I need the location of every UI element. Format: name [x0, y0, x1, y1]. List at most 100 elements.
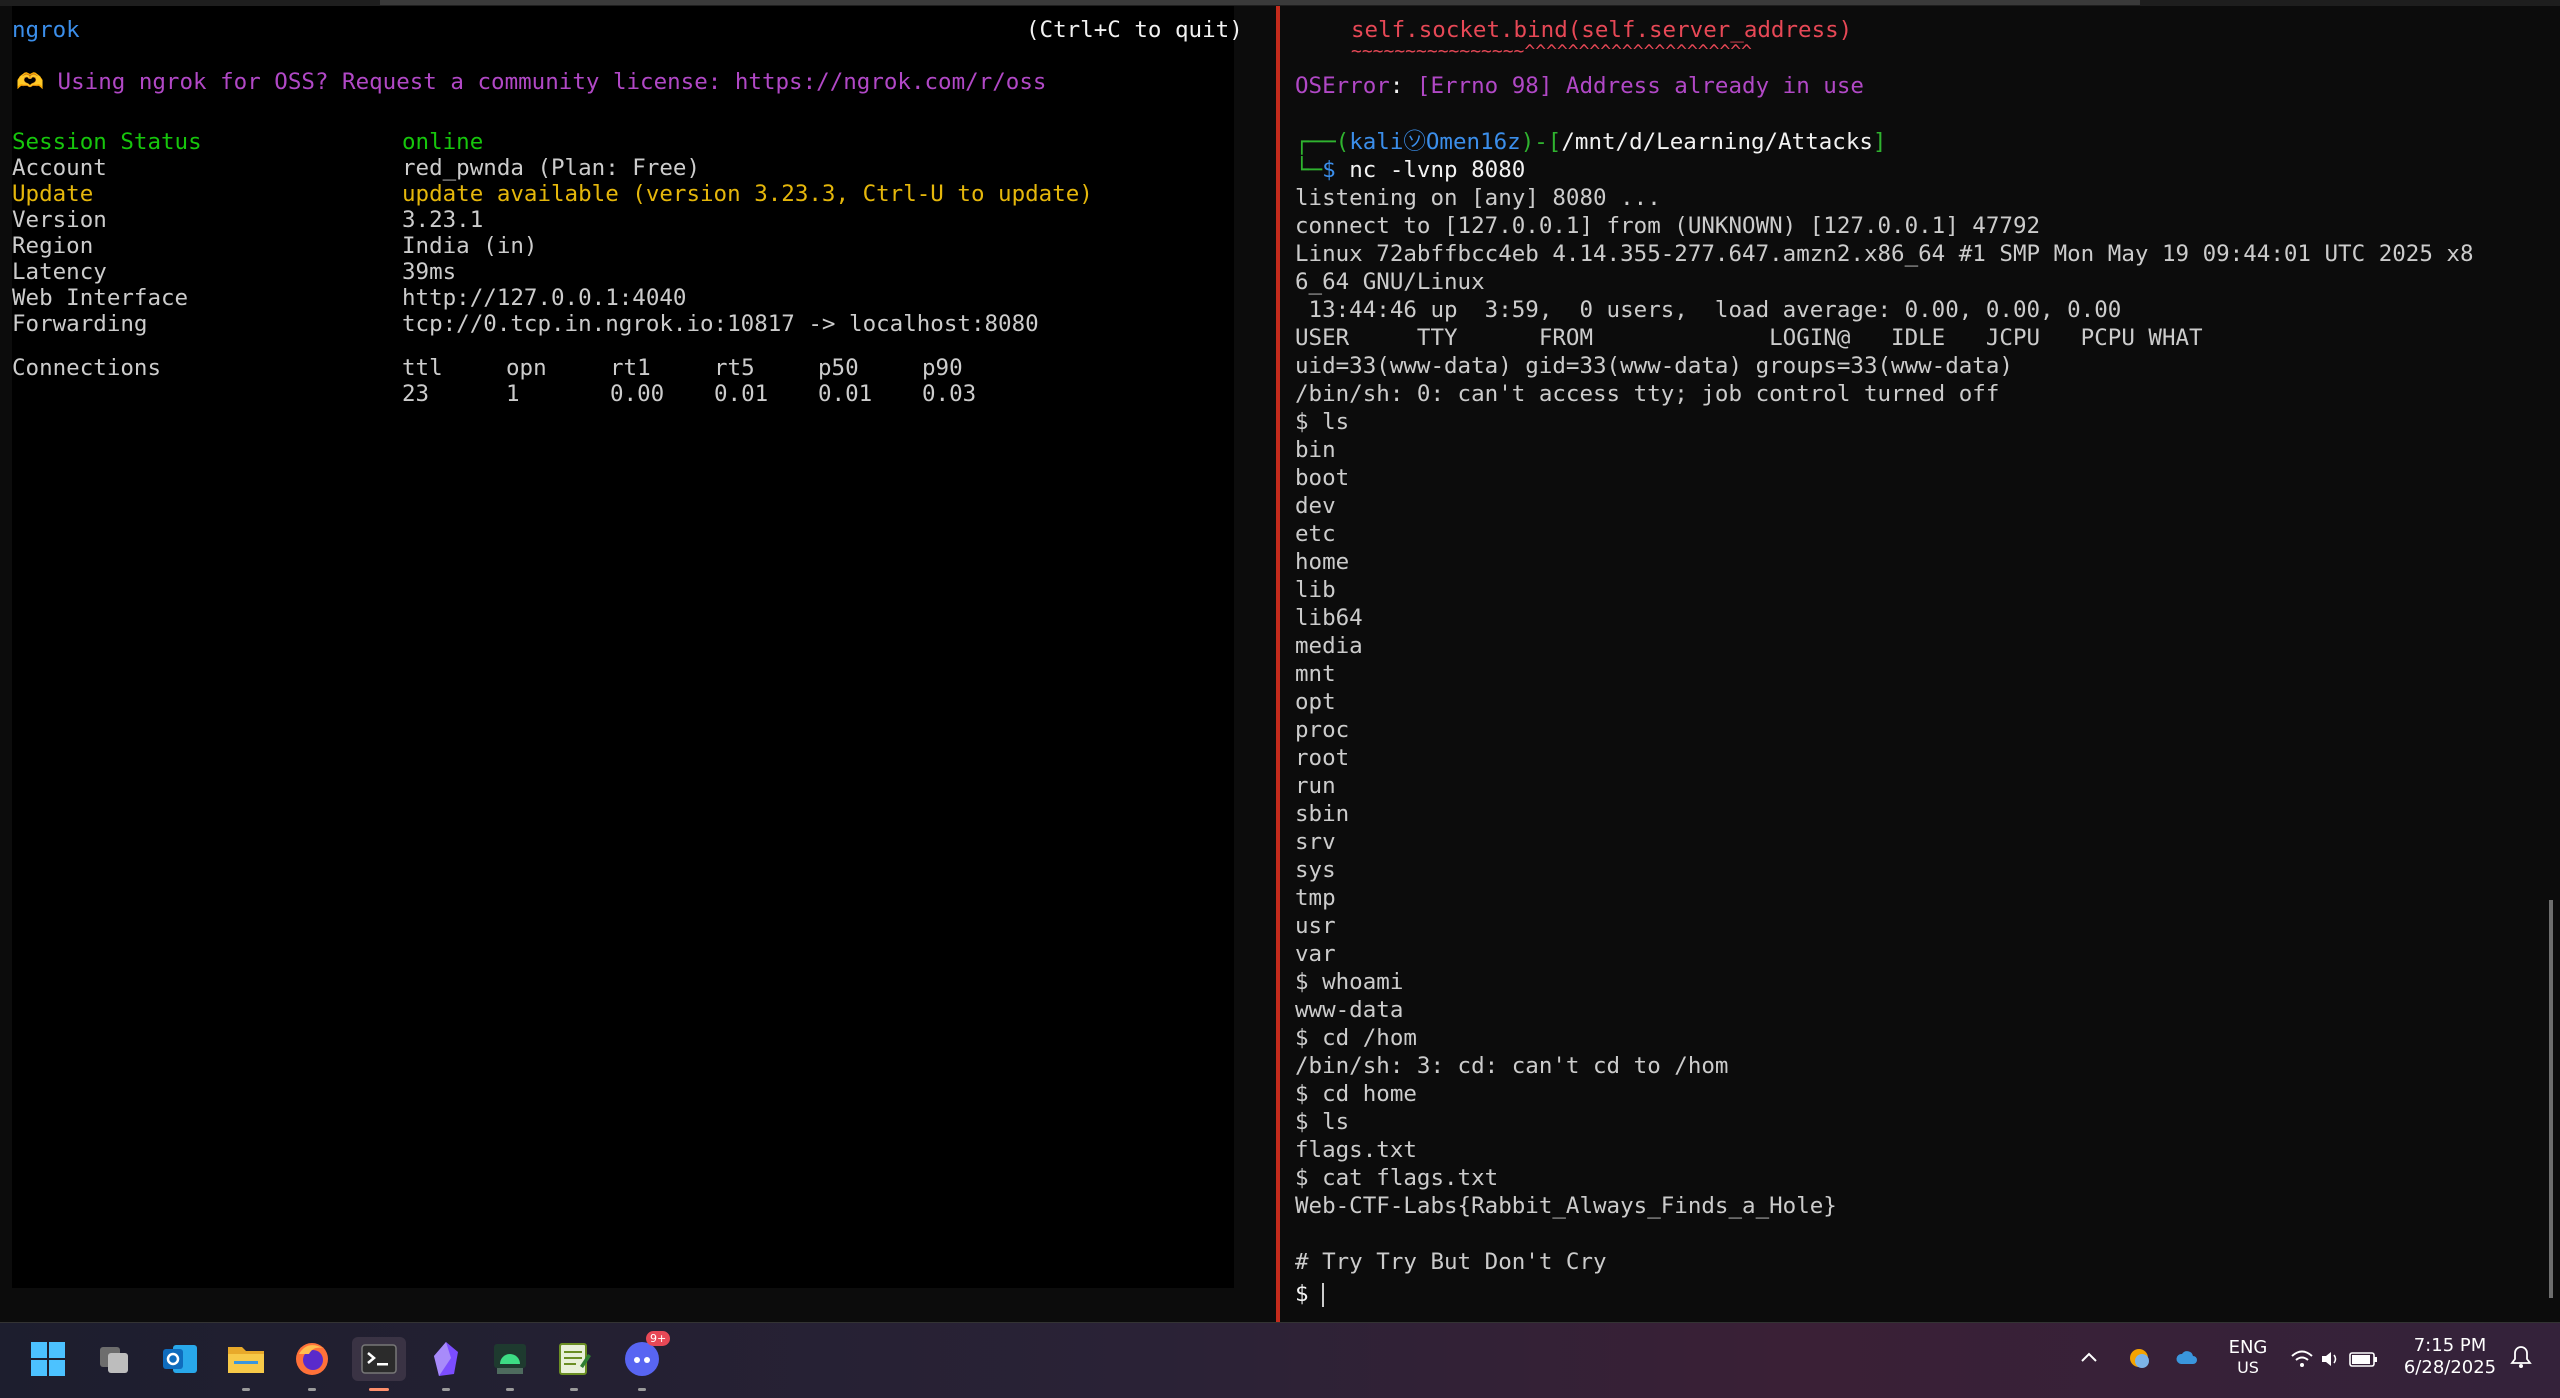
status-key: Update: [12, 181, 94, 207]
notepad-icon: [559, 1343, 591, 1375]
shell-output-line: flags.txt: [1295, 1137, 1417, 1163]
file-explorer-button[interactable]: [224, 1337, 268, 1391]
terminal-button[interactable]: [352, 1337, 406, 1391]
firefox-button[interactable]: [290, 1337, 334, 1391]
tray-app-1[interactable]: [2128, 1347, 2150, 1373]
obsidian-icon: [434, 1342, 458, 1376]
shell-output-line: USER TTY FROM LOGIN@ IDLE JCPU PCPU WHAT: [1295, 325, 2203, 351]
firefox-icon: [296, 1343, 328, 1375]
shell-output-line: srv: [1295, 829, 1336, 855]
tab-strip-segment: [380, 0, 2140, 5]
connections-value-cell: 0.01: [818, 381, 873, 407]
network-volume-battery-icons: [2291, 1350, 2377, 1367]
bell-icon: [2510, 1346, 2532, 1368]
status-value: India (in): [402, 233, 538, 259]
language-indicator[interactable]: ENG US: [2222, 1337, 2274, 1377]
shell-output-line: /bin/sh: 0: can't access tty; job contro…: [1295, 381, 2000, 407]
connections-value-cell: 0.01: [714, 381, 769, 407]
prompt-user: kali: [1349, 129, 1404, 155]
chevron-up-icon: [2081, 1352, 2097, 1362]
android-studio-icon: [494, 1344, 526, 1374]
shell-output-line: $ cat flags.txt: [1295, 1165, 1499, 1191]
shell-output-line: uid=33(www-data) gid=33(www-data) groups…: [1295, 353, 2013, 379]
tray-app-2[interactable]: [2176, 1348, 2198, 1372]
shell-command: nc -lvnp 8080: [1349, 157, 1526, 183]
shell-output-line: 13:44:46 up 3:59, 0 users, load average:…: [1295, 297, 2122, 323]
shell-output-line: 6_64 GNU/Linux: [1295, 269, 1485, 295]
connections-header-cell: p50: [818, 355, 859, 381]
shell-output-line: Linux 72abffbcc4eb 4.14.355-277.647.amzn…: [1295, 241, 2474, 267]
task-view-button[interactable]: [92, 1337, 136, 1381]
ngrok-terminal-content: ngrok (Ctrl+C to quit) 🫶 Using ngrok for…: [12, 6, 1243, 1288]
shell-output-line: connect to [127.0.0.1] from (UNKNOWN) [1…: [1295, 213, 2041, 239]
connections-value-cell: 23: [402, 381, 430, 407]
connections-value-cell: 0.00: [610, 381, 665, 407]
connections-value-cell: 1: [506, 381, 520, 407]
start-icon: [31, 1342, 65, 1376]
start-button[interactable]: [26, 1337, 70, 1381]
notifications-button[interactable]: [2510, 1345, 2532, 1373]
shell-terminal-pane[interactable]: self.socket.bind(self.server_address) ~~…: [1280, 6, 2560, 1322]
android-studio-button[interactable]: [488, 1337, 532, 1391]
status-value: online: [402, 129, 484, 155]
shell-output-line: dev: [1295, 493, 1336, 519]
ngrok-terminal-pane[interactable]: ngrok (Ctrl+C to quit) 🫶 Using ngrok for…: [0, 6, 1262, 1322]
wifi-icon: [2291, 1350, 2313, 1367]
prompt-path: /mnt/d/Learning/Attacks: [1561, 129, 1873, 155]
weather-icon: [2130, 1349, 2149, 1368]
quit-hint: (Ctrl+C to quit): [1026, 17, 1243, 43]
status-key: Latency: [12, 259, 107, 285]
running-indicator: [570, 1388, 578, 1391]
shell-input-line[interactable]: $: [1295, 1280, 1325, 1308]
volume-icon: [2322, 1352, 2337, 1366]
notepad-button[interactable]: [552, 1337, 596, 1391]
shell-output-line: mnt: [1295, 661, 1336, 687]
taskbar: 9+ ENG US 7:15 PM 6/28/2025: [0, 1322, 2560, 1398]
shell-output-line: $ cd /hom: [1295, 1025, 1417, 1051]
connections-header-cell: rt5: [714, 355, 755, 381]
shell-output-line: sbin: [1295, 801, 1350, 827]
shell-output-line: etc: [1295, 521, 1336, 547]
shell-output-line: $ cd home: [1295, 1081, 1417, 1107]
clock[interactable]: 7:15 PM 6/28/2025: [2400, 1335, 2500, 1379]
status-key: Forwarding: [12, 311, 148, 337]
status-value: red_pwnda (Plan: Free): [402, 155, 701, 181]
shell-output-line: sys: [1295, 857, 1336, 883]
shell-output-line: var: [1295, 941, 1336, 967]
shell-command-line: └─$ nc -lvnp 8080: [1295, 157, 1526, 183]
cloud-sync-icon: [2176, 1351, 2197, 1364]
obsidian-button[interactable]: [424, 1337, 468, 1391]
discord-button[interactable]: 9+: [620, 1331, 671, 1391]
right-pane-scrollbar[interactable]: [2549, 900, 2553, 1298]
status-value: 39ms: [402, 259, 457, 285]
file-explorer-icon: [228, 1347, 264, 1373]
terminal-icon: [361, 1344, 397, 1374]
status-value: 3.23.1: [402, 207, 484, 233]
shell-prompt-header: ┌──(kali㋞Omen16z)-[/mnt/d/Learning/Attac…: [1295, 129, 1887, 155]
shell-output-line: usr: [1295, 913, 1336, 939]
shell-output-line: media: [1295, 633, 1363, 659]
shell-output-line: listening on [any] 8080 ...: [1295, 185, 1661, 211]
connections-label: Connections: [12, 355, 162, 381]
shell-output-line: # Try Try But Don't Cry: [1295, 1249, 1607, 1275]
status-value: update available (version 3.23.3, Ctrl-U…: [402, 181, 1093, 207]
connections-header-cell: p90: [922, 355, 963, 381]
active-indicator: [369, 1388, 389, 1391]
shell-output-line: Web-CTF-Labs{Rabbit_Always_Finds_a_Hole}: [1295, 1193, 1837, 1219]
shell-output-line: root: [1295, 745, 1350, 771]
prompt-symbol: ㋞: [1403, 129, 1426, 155]
running-indicator: [638, 1388, 646, 1391]
connections-header-cell: rt1: [610, 355, 651, 381]
prompt-host: Omen16z: [1425, 129, 1521, 155]
status-key: Version: [12, 207, 107, 233]
outlook-icon: [163, 1345, 197, 1373]
quick-settings-button[interactable]: [2290, 1348, 2380, 1374]
status-key: Session Status: [12, 129, 202, 155]
task-view-icon: [100, 1347, 128, 1373]
shell-output-line: home: [1295, 549, 1350, 575]
show-hidden-icons-button[interactable]: [2080, 1349, 2098, 1368]
outlook-button[interactable]: [158, 1337, 202, 1381]
running-indicator: [242, 1388, 250, 1391]
running-indicator: [442, 1388, 450, 1391]
running-indicator: [506, 1388, 514, 1391]
